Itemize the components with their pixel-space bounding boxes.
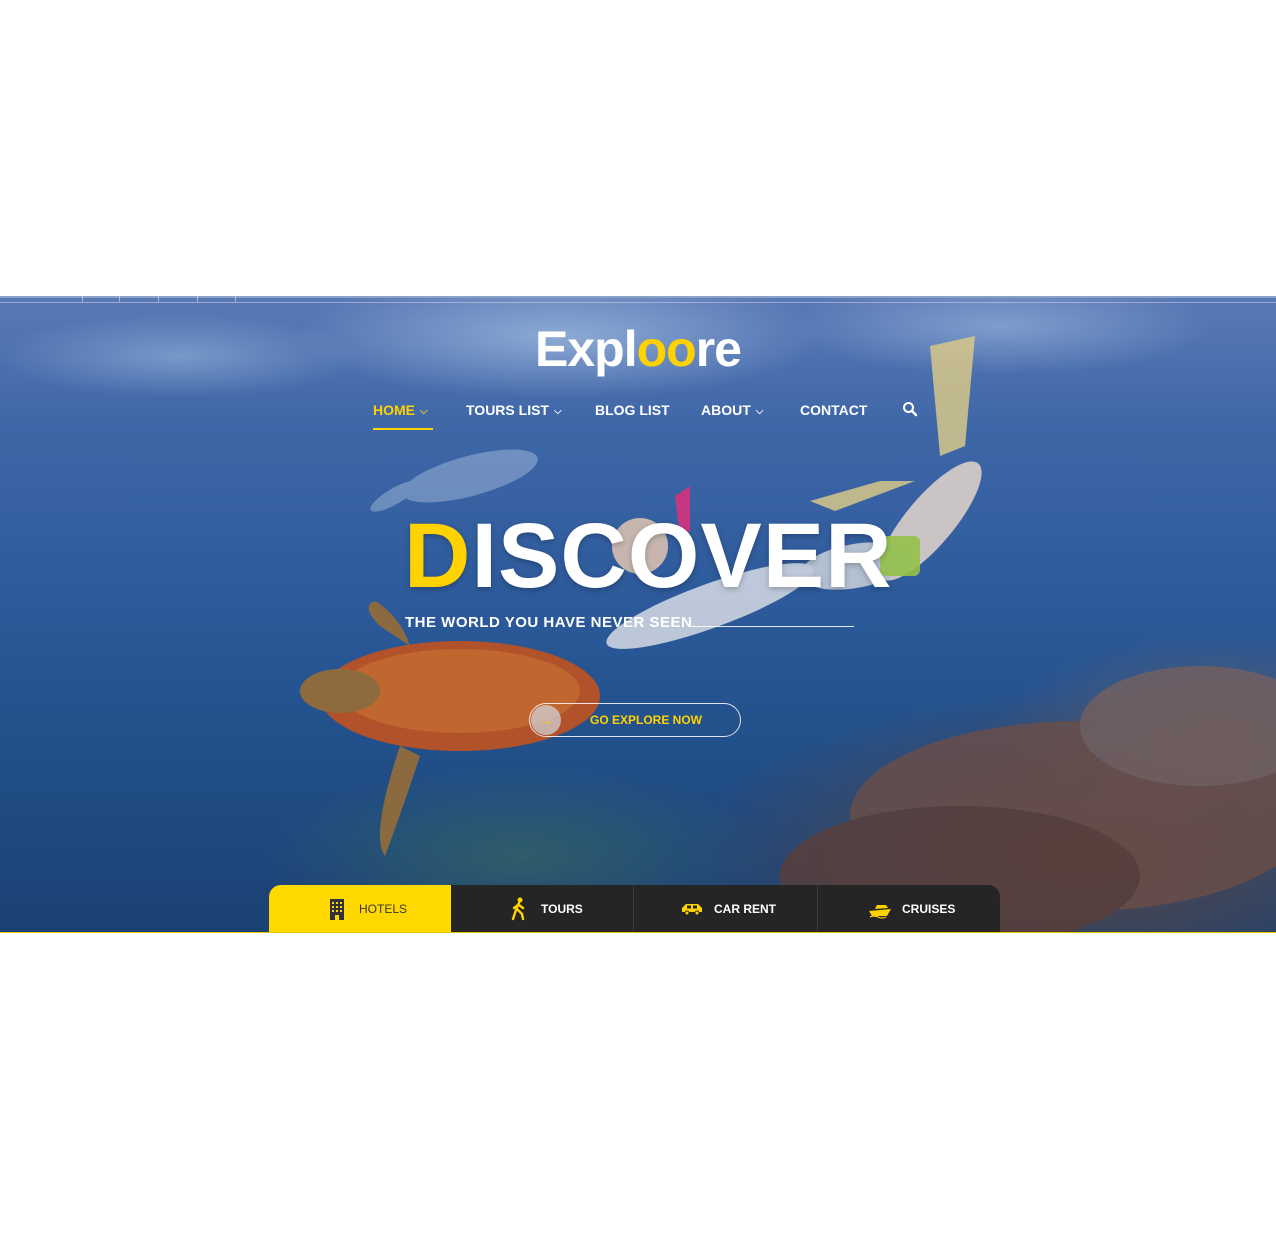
nav-home-label: HOME xyxy=(373,402,415,418)
subtitle-rule xyxy=(688,626,854,627)
arrow-right-icon: → xyxy=(531,705,561,735)
headline-rest: ISCOVER xyxy=(471,505,893,607)
tab-cruises-label: CRUISES xyxy=(902,902,956,916)
nav-home[interactable]: HOME ⌵ xyxy=(373,402,428,418)
hero-headline: DISCOVER xyxy=(404,506,893,606)
hero-bottom-border xyxy=(0,932,1276,933)
ship-icon xyxy=(869,905,891,919)
car-icon xyxy=(682,904,702,916)
nav-about[interactable]: ABOUT ⌵ xyxy=(701,402,763,418)
nav-blog-list-label: BLOG LIST xyxy=(595,402,670,418)
search-icon[interactable] xyxy=(902,401,918,417)
nav-tours-list[interactable]: TOURS LIST ⌵ xyxy=(466,402,562,418)
tab-car-rent-label: CAR RENT xyxy=(714,902,776,916)
hero-subtitle: THE WORLD YOU HAVE NEVER SEEN xyxy=(405,614,693,631)
logo-text-start: Expl xyxy=(535,321,638,377)
search-tabs: HOTELS TOURS CAR RENT CRUISES xyxy=(269,885,1000,933)
nav-about-label: ABOUT xyxy=(701,402,751,418)
hiker-icon xyxy=(511,897,525,921)
nav-contact[interactable]: CONTACT xyxy=(800,402,867,418)
tab-cruises[interactable]: CRUISES xyxy=(818,885,1000,933)
chevron-down-icon: ⌵ xyxy=(755,406,764,417)
nav-tours-list-label: TOURS LIST xyxy=(466,402,549,418)
nav-blog-list[interactable]: BLOG LIST xyxy=(595,402,670,418)
logo-binoculars: oo xyxy=(636,321,697,377)
hero-section: Exploore HOME ⌵ TOURS LIST ⌵ BLOG LIST ABO… xyxy=(0,296,1276,933)
tab-tours-label: TOURS xyxy=(541,902,583,916)
logo-text-end: re xyxy=(695,321,742,377)
go-explore-button[interactable]: → GO EXPLORE NOW xyxy=(529,703,741,737)
nav-active-underline xyxy=(373,428,433,430)
site-logo[interactable]: Exploore xyxy=(0,320,1276,378)
chevron-down-icon: ⌵ xyxy=(420,406,428,417)
hotel-building-icon xyxy=(330,899,344,920)
tab-hotels-label: HOTELS xyxy=(359,902,408,916)
go-explore-label: GO EXPLORE NOW xyxy=(590,713,703,727)
headline-first-letter: D xyxy=(404,505,472,607)
tab-hotels[interactable]: HOTELS xyxy=(269,885,451,933)
chevron-down-icon: ⌵ xyxy=(553,406,562,417)
tab-tours[interactable]: TOURS xyxy=(451,885,633,933)
nav-contact-label: CONTACT xyxy=(800,402,868,418)
tab-car-rent[interactable]: CAR RENT xyxy=(634,885,817,933)
